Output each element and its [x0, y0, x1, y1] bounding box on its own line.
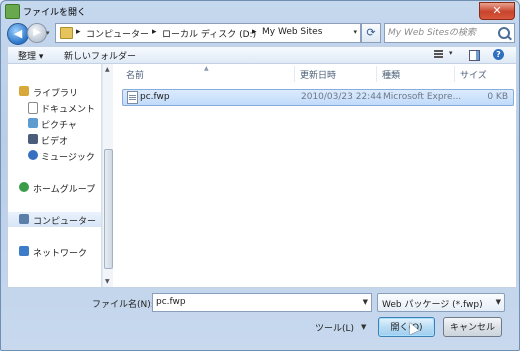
file-icon — [127, 91, 138, 104]
search-input[interactable] — [388, 26, 492, 39]
filetype-dropdown-icon[interactable]: ▼ — [496, 298, 501, 306]
organize-button[interactable]: 整理 ▾ — [18, 49, 43, 62]
view-options-chevron-icon[interactable]: ▾ — [449, 49, 453, 57]
search-box[interactable] — [384, 23, 515, 43]
sort-indicator-icon: ▲ — [204, 65, 209, 72]
file-type: Microsoft Expre... — [383, 92, 462, 102]
scrollbar-thumb[interactable] — [104, 149, 113, 269]
dialog-footer: ファイル名(N): ▼ Web パッケージ (*.fwp) ▼ ツール(L) ▼… — [1, 288, 519, 350]
sidebar-item-music[interactable]: ミュージック — [8, 148, 101, 163]
open-file-dialog: ファイルを開く ✕ ◀ ▶ ▾ ▸ コンピューター ▸ ローカル ディスク (D… — [0, 0, 520, 351]
sidebar-item-documents[interactable]: ドキュメント — [8, 100, 101, 115]
sidebar-item-label: ビデオ — [41, 137, 69, 147]
document-icon — [28, 102, 38, 114]
breadcrumb-separator[interactable]: ▸ — [152, 27, 157, 37]
window-title: ファイルを開く — [23, 8, 87, 18]
column-header-size[interactable]: サイズ — [460, 68, 487, 81]
forward-button[interactable]: ▶ — [27, 23, 47, 43]
breadcrumb-computer[interactable]: コンピューター — [86, 27, 149, 40]
sidebar-item-label: ネットワーク — [33, 249, 88, 259]
command-bar: 整理 ▾ 新しいフォルダー ▾ ? — [7, 46, 517, 64]
sidebar-item-library[interactable]: ライブラリ — [8, 84, 101, 99]
breadcrumb-separator[interactable]: ▸ — [76, 27, 81, 37]
file-modified: 2010/03/23 22:44 — [301, 92, 382, 102]
content-area: ライブラリ ドキュメント ピクチャ ビデオ ミュージック ホームグループ コンピ… — [7, 63, 517, 288]
address-dropdown-icon[interactable]: ▾ — [353, 28, 357, 36]
sidebar-item-pictures[interactable]: ピクチャ — [8, 116, 101, 131]
column-separator[interactable] — [294, 66, 295, 82]
recent-pages-chevron-icon[interactable]: ▾ — [46, 29, 50, 37]
column-header-type[interactable]: 種類 — [382, 68, 400, 81]
new-folder-button[interactable]: 新しいフォルダー — [64, 49, 136, 62]
navigation-bar: ◀ ▶ ▾ ▸ コンピューター ▸ ローカル ディスク (D:) ▸ My We… — [7, 23, 515, 45]
sidebar-item-label: ドキュメント — [41, 105, 96, 115]
music-icon — [28, 150, 38, 160]
column-separator[interactable] — [454, 66, 455, 82]
sidebar-item-network[interactable]: ネットワーク — [8, 244, 101, 259]
breadcrumb-my-web-sites[interactable]: My Web Sites — [262, 27, 322, 37]
close-button[interactable]: ✕ — [479, 2, 515, 20]
preview-pane-icon[interactable] — [469, 50, 480, 61]
filename-dropdown-icon[interactable]: ▼ — [363, 298, 368, 306]
library-icon — [19, 86, 29, 96]
sidebar-item-computer[interactable]: コンピューター — [8, 212, 101, 227]
sidebar-item-label: ミュージック — [41, 153, 95, 163]
sidebar-scrollbar[interactable]: ▲ ▼ — [102, 64, 113, 287]
network-icon — [19, 246, 29, 256]
scroll-down-arrow-icon[interactable]: ▼ — [105, 278, 110, 285]
column-header-modified[interactable]: 更新日時 — [300, 68, 336, 81]
sidebar-item-label: ピクチャ — [41, 121, 77, 131]
sidebar-item-label: ライブラリ — [33, 89, 79, 99]
filename-input[interactable] — [156, 296, 346, 308]
column-separator[interactable] — [376, 66, 377, 82]
tools-dropdown-icon[interactable]: ▼ — [361, 323, 366, 331]
help-icon[interactable]: ? — [493, 49, 504, 60]
filetype-select[interactable]: Web パッケージ (*.fwp) ▼ — [377, 293, 505, 312]
breadcrumb-local-disk[interactable]: ローカル ディスク (D:) — [162, 27, 256, 40]
file-row[interactable]: pc.fwp 2010/03/23 22:44 Microsoft Expre.… — [122, 89, 514, 106]
search-icon[interactable] — [498, 27, 510, 39]
address-bar[interactable]: ▸ コンピューター ▸ ローカル ディスク (D:) ▸ My Web Site… — [55, 23, 361, 43]
sidebar-item-homegroup[interactable]: ホームグループ — [8, 180, 101, 195]
folder-icon — [60, 27, 73, 39]
back-button[interactable]: ◀ — [7, 23, 29, 45]
sidebar-item-label: ホームグループ — [33, 185, 96, 195]
file-name: pc.fwp — [140, 92, 170, 102]
sidebar-item-videos[interactable]: ビデオ — [8, 132, 101, 147]
homegroup-icon — [19, 182, 29, 192]
computer-icon — [19, 214, 29, 224]
breadcrumb-separator[interactable]: ▸ — [252, 27, 257, 37]
refresh-button[interactable]: ⟳ — [361, 23, 381, 43]
view-options-icon[interactable] — [434, 49, 446, 60]
file-size: 0 KB — [487, 92, 508, 102]
column-header-name[interactable]: 名前 — [126, 68, 144, 81]
video-icon — [28, 134, 38, 144]
cancel-button[interactable]: キャンセル — [443, 317, 502, 337]
picture-icon — [28, 118, 38, 128]
title-bar: ファイルを開く ✕ — [1, 1, 519, 21]
sidebar-item-label: コンピューター — [33, 217, 97, 227]
app-icon — [5, 4, 20, 19]
tools-menu[interactable]: ツール(L) — [315, 321, 354, 334]
filetype-value: Web パッケージ (*.fwp) — [382, 300, 483, 310]
filename-label: ファイル名(N): — [92, 300, 154, 310]
navigation-pane: ライブラリ ドキュメント ピクチャ ビデオ ミュージック ホームグループ コンピ… — [8, 64, 102, 287]
filename-combobox[interactable]: ▼ — [152, 293, 372, 312]
file-list: ▲ 名前 更新日時 種類 サイズ pc.fwp 2010/03/23 22:44… — [114, 64, 516, 287]
scroll-up-arrow-icon[interactable]: ▲ — [105, 66, 110, 73]
